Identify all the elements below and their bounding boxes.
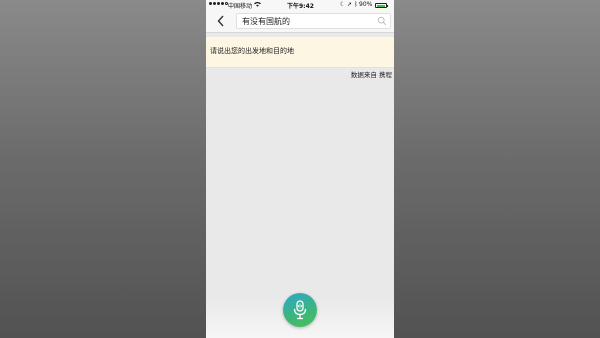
voice-input-button[interactable]	[283, 293, 317, 327]
phone-screen: 中国移动 下午9:42 ☾ ➚ ᛒ 90% 有没有国航的 请说出您的出发地和目的…	[206, 0, 394, 338]
moon-icon: ☾	[340, 1, 346, 8]
data-source-label: 数据来自 携程	[350, 71, 392, 79]
carrier-label: 中国移动	[228, 3, 253, 10]
wifi-icon	[254, 1, 261, 9]
nav-bar: 有没有国航的	[206, 10, 394, 33]
prompt-banner: 请说出您的出发地和目的地	[206, 37, 394, 68]
search-query: 有没有国航的	[242, 17, 290, 26]
prompt-text: 请说出您的出发地和目的地	[210, 47, 294, 55]
battery-percent: 90%	[359, 1, 373, 8]
microphone-icon	[293, 300, 307, 320]
signal-icon	[209, 2, 228, 5]
search-icon[interactable]	[377, 16, 387, 26]
status-bar: 中国移动 下午9:42 ☾ ➚ ᛒ 90%	[206, 0, 394, 10]
back-icon	[217, 15, 224, 27]
bluetooth-icon: ᛒ	[354, 1, 358, 8]
location-icon: ➚	[347, 1, 353, 8]
search-input[interactable]: 有没有国航的	[236, 13, 391, 29]
battery-icon	[375, 3, 388, 8]
status-time: 下午9:42	[287, 3, 314, 10]
back-button[interactable]	[214, 13, 228, 29]
